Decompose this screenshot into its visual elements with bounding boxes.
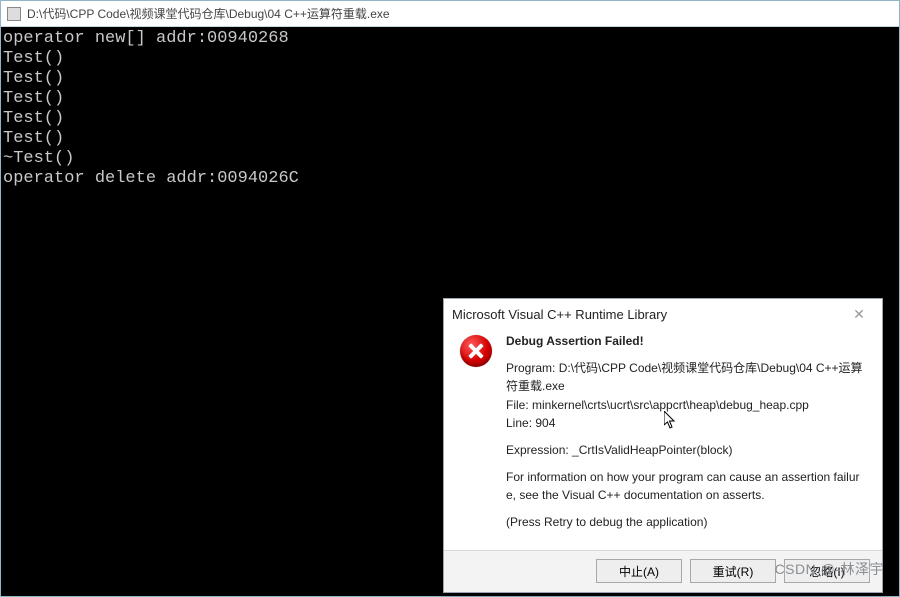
dialog-content: Debug Assertion Failed! Program: D:\代码\C… xyxy=(506,333,866,542)
expression-value: _CrtIsValidHeapPointer(block) xyxy=(572,443,733,457)
retry-line: (Press Retry to debug the application) xyxy=(506,514,866,531)
app-icon xyxy=(7,7,21,21)
file-value: minkernel\crts\ucrt\src\appcrt\heap\debu… xyxy=(532,398,809,412)
expression-line: Expression: _CrtIsValidHeapPointer(block… xyxy=(506,442,866,459)
close-button[interactable]: ✕ xyxy=(844,303,874,325)
window-title: D:\代码\CPP Code\视频课堂代码仓库\Debug\04 C++运算符重… xyxy=(27,5,390,22)
expression-label: Expression: xyxy=(506,443,572,457)
program-label: Program: xyxy=(506,361,559,375)
console-line: operator delete addr:0094026C xyxy=(3,169,299,188)
titlebar[interactable]: D:\代码\CPP Code\视频课堂代码仓库\Debug\04 C++运算符重… xyxy=(1,1,899,27)
console-line: ~Test() xyxy=(3,149,74,168)
console-line: Test() xyxy=(3,89,64,108)
dialog-title: Microsoft Visual C++ Runtime Library xyxy=(452,307,667,322)
error-icon xyxy=(460,335,492,367)
console-line: Test() xyxy=(3,69,64,88)
program-value: D:\代码\CPP Code\视频课堂代码仓库\Debug\04 C++运算符重… xyxy=(506,361,863,392)
line-label: Line: xyxy=(506,416,535,430)
console-line: Test() xyxy=(3,129,64,148)
assertion-dialog: Microsoft Visual C++ Runtime Library ✕ D… xyxy=(443,298,883,593)
line-value: 904 xyxy=(535,416,555,430)
info-line: For information on how your program can … xyxy=(506,469,866,504)
file-label: File: xyxy=(506,398,532,412)
abort-button[interactable]: 中止(A) xyxy=(596,559,682,583)
file-group: File: minkernel\crts\ucrt\src\appcrt\hea… xyxy=(506,397,866,432)
dialog-icon-column xyxy=(460,333,492,542)
retry-button[interactable]: 重试(R) xyxy=(690,559,776,583)
dialog-button-row: 中止(A) 重试(R) 忽略(I) xyxy=(444,550,882,592)
dialog-titlebar[interactable]: Microsoft Visual C++ Runtime Library ✕ xyxy=(444,299,882,329)
dialog-heading: Debug Assertion Failed! xyxy=(506,333,866,350)
ignore-button[interactable]: 忽略(I) xyxy=(784,559,870,583)
program-line: Program: D:\代码\CPP Code\视频课堂代码仓库\Debug\0… xyxy=(506,360,866,395)
console-line: Test() xyxy=(3,109,64,128)
close-icon: ✕ xyxy=(853,306,865,323)
dialog-body: Debug Assertion Failed! Program: D:\代码\C… xyxy=(444,329,882,550)
console-line: Test() xyxy=(3,49,64,68)
console-line: operator new[] addr:00940268 xyxy=(3,29,289,48)
